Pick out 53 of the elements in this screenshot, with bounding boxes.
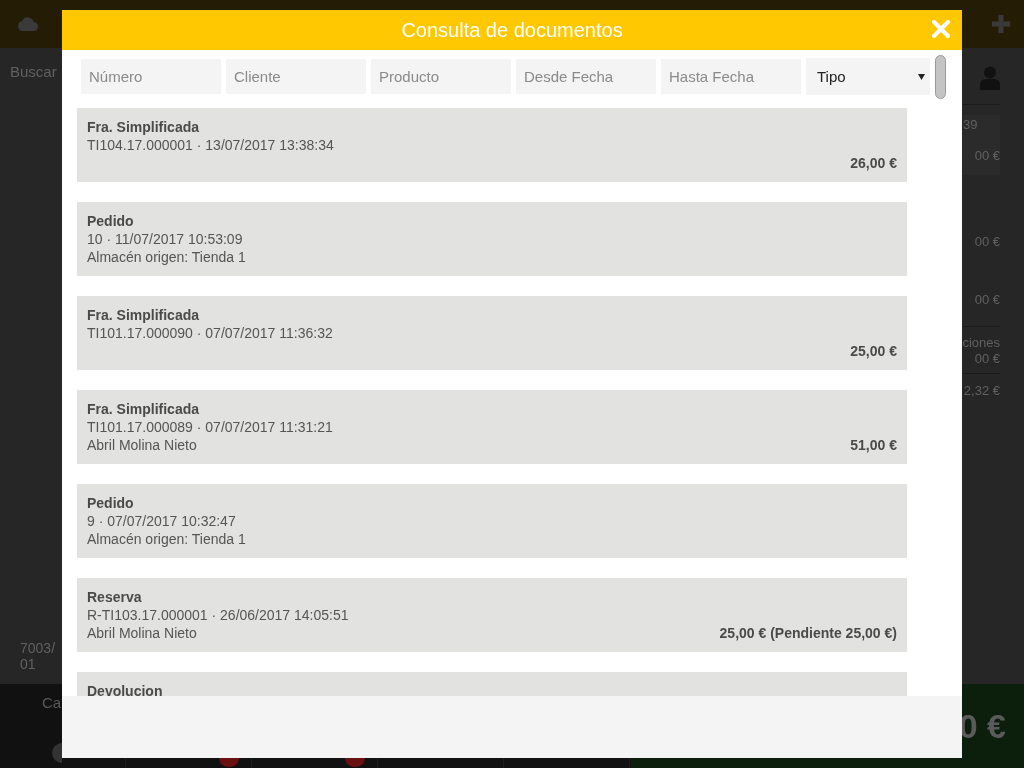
ticket-number: 7003/ <box>20 640 56 656</box>
document-card[interactable]: Fra. Simplificada TI101.17.000089 · 07/07/2017 11:31:21 Abril Molina Nieto 51,00 € <box>77 390 907 464</box>
document-reference: TI101.17.000089 · 07/07/2017 11:31:21 <box>87 418 334 436</box>
plus-icon[interactable] <box>992 15 1010 33</box>
document-detail: Abril Molina Nieto <box>87 436 197 454</box>
document-detail: Abril Molina Nieto <box>87 624 197 642</box>
document-type: Fra. Simplificada <box>87 118 201 136</box>
scrollbar-thumb[interactable] <box>935 55 946 99</box>
badge-icon <box>345 758 365 767</box>
type-dropdown[interactable]: Tipo <box>806 58 930 95</box>
document-type: Devolucion <box>87 682 164 696</box>
discount-amount: 00 € <box>974 351 1000 367</box>
button-label: Ca <box>42 694 62 712</box>
badge-icon <box>219 758 239 767</box>
document-type: Pedido <box>87 494 135 512</box>
document-reference: TI104.17.000001 · 13/07/2017 13:38:34 <box>87 136 335 154</box>
filter-field[interactable]: Hasta Fecha <box>661 59 801 94</box>
document-amount: 51,00 € <box>850 436 897 454</box>
filter-field[interactable]: Desde Fecha <box>516 59 656 94</box>
document-card[interactable]: Devolucion <box>77 672 907 696</box>
ticket-number: 01 <box>20 656 36 672</box>
coin-icon <box>51 743 62 763</box>
document-reference: 9 · 07/07/2017 10:32:47 <box>87 512 237 530</box>
document-card[interactable]: Reserva R-TI103.17.000001 · 26/06/2017 14:05:51 Abril Molina Nieto 25,00 € (Pendiente 25,00 €) <box>77 578 907 652</box>
document-amount: 26,00 € <box>850 154 897 172</box>
close-button[interactable] <box>932 20 950 38</box>
search-field[interactable]: Buscar <box>10 63 62 81</box>
total-amount: 2,32 € <box>963 382 1000 400</box>
document-type: Fra. Simplificada <box>87 306 201 324</box>
document-amount: 25,00 € <box>850 342 897 360</box>
cloud-icon[interactable] <box>18 17 38 31</box>
summary-amount: 00 € <box>974 291 1000 309</box>
document-type: Pedido <box>87 212 135 230</box>
filter-field[interactable]: Cliente <box>226 59 366 94</box>
close-icon <box>932 20 950 38</box>
document-detail: Almacén origen: Tienda 1 <box>87 248 246 266</box>
document-reference: R-TI103.17.000001 · 26/06/2017 14:05:51 <box>87 606 350 624</box>
document-card[interactable]: Fra. Simplificada TI101.17.000090 · 07/07/2017 11:36:32 25,00 € <box>77 296 907 370</box>
filter-field[interactable]: Producto <box>371 59 511 94</box>
document-amount: 25,00 € (Pendiente 25,00 €) <box>719 624 897 642</box>
document-type: Reserva <box>87 588 143 606</box>
discount-label: ciones <box>962 335 1000 351</box>
caret-icon <box>918 73 925 80</box>
document-reference: TI101.17.000090 · 07/07/2017 11:36:32 <box>87 324 334 342</box>
document-card[interactable]: Pedido 9 · 07/07/2017 10:32:47 Almacén origen: Tienda 1 <box>77 484 907 558</box>
document-type: Fra. Simplificada <box>87 400 201 418</box>
filter-field[interactable]: Número <box>81 59 221 94</box>
summary-amount: 00 € <box>974 233 1000 251</box>
document-card[interactable]: Pedido 10 · 11/07/2017 10:53:09 Almacén origen: Tienda 1 <box>77 202 907 276</box>
dialog-title: Consulta de documentos <box>401 18 623 42</box>
document-card[interactable]: Fra. Simplificada TI104.17.000001 · 13/07/2017 13:38:34 26,00 € <box>77 108 907 182</box>
document-detail: Almacén origen: Tienda 1 <box>87 530 246 548</box>
document-reference: 10 · 11/07/2017 10:53:09 <box>87 230 244 248</box>
